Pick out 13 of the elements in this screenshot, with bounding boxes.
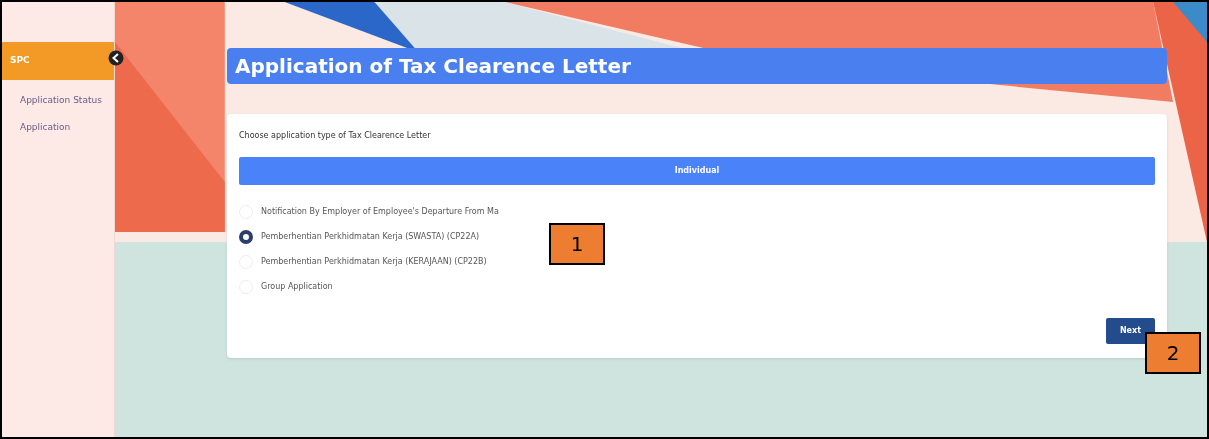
callout-number: 1 <box>549 223 605 265</box>
next-button[interactable]: Next <box>1105 318 1155 344</box>
sidebar-item[interactable]: Application <box>2 115 114 143</box>
option-label: Group Application <box>261 281 333 293</box>
form-heading: Choose application type of Tax Clearence Letter <box>239 130 432 142</box>
page-title: Application of Tax Clearence Letter <box>227 48 1167 84</box>
radio-button[interactable] <box>239 230 253 244</box>
option-label: Pemberhentian Perkhidmatan Kerja (KERAJAAN) (CP22B) <box>261 256 487 268</box>
tab[interactable]: Individual <box>239 157 1155 185</box>
option-label: Pemberhentian Perkhidmatan Kerja (SWASTA) (CP22A) <box>261 231 480 243</box>
callout-number: 2 <box>1145 332 1201 374</box>
option-label: Notification By Employer of Employee's Departure From Ma <box>261 206 499 218</box>
sidebar-item[interactable]: Application Status <box>2 87 114 115</box>
